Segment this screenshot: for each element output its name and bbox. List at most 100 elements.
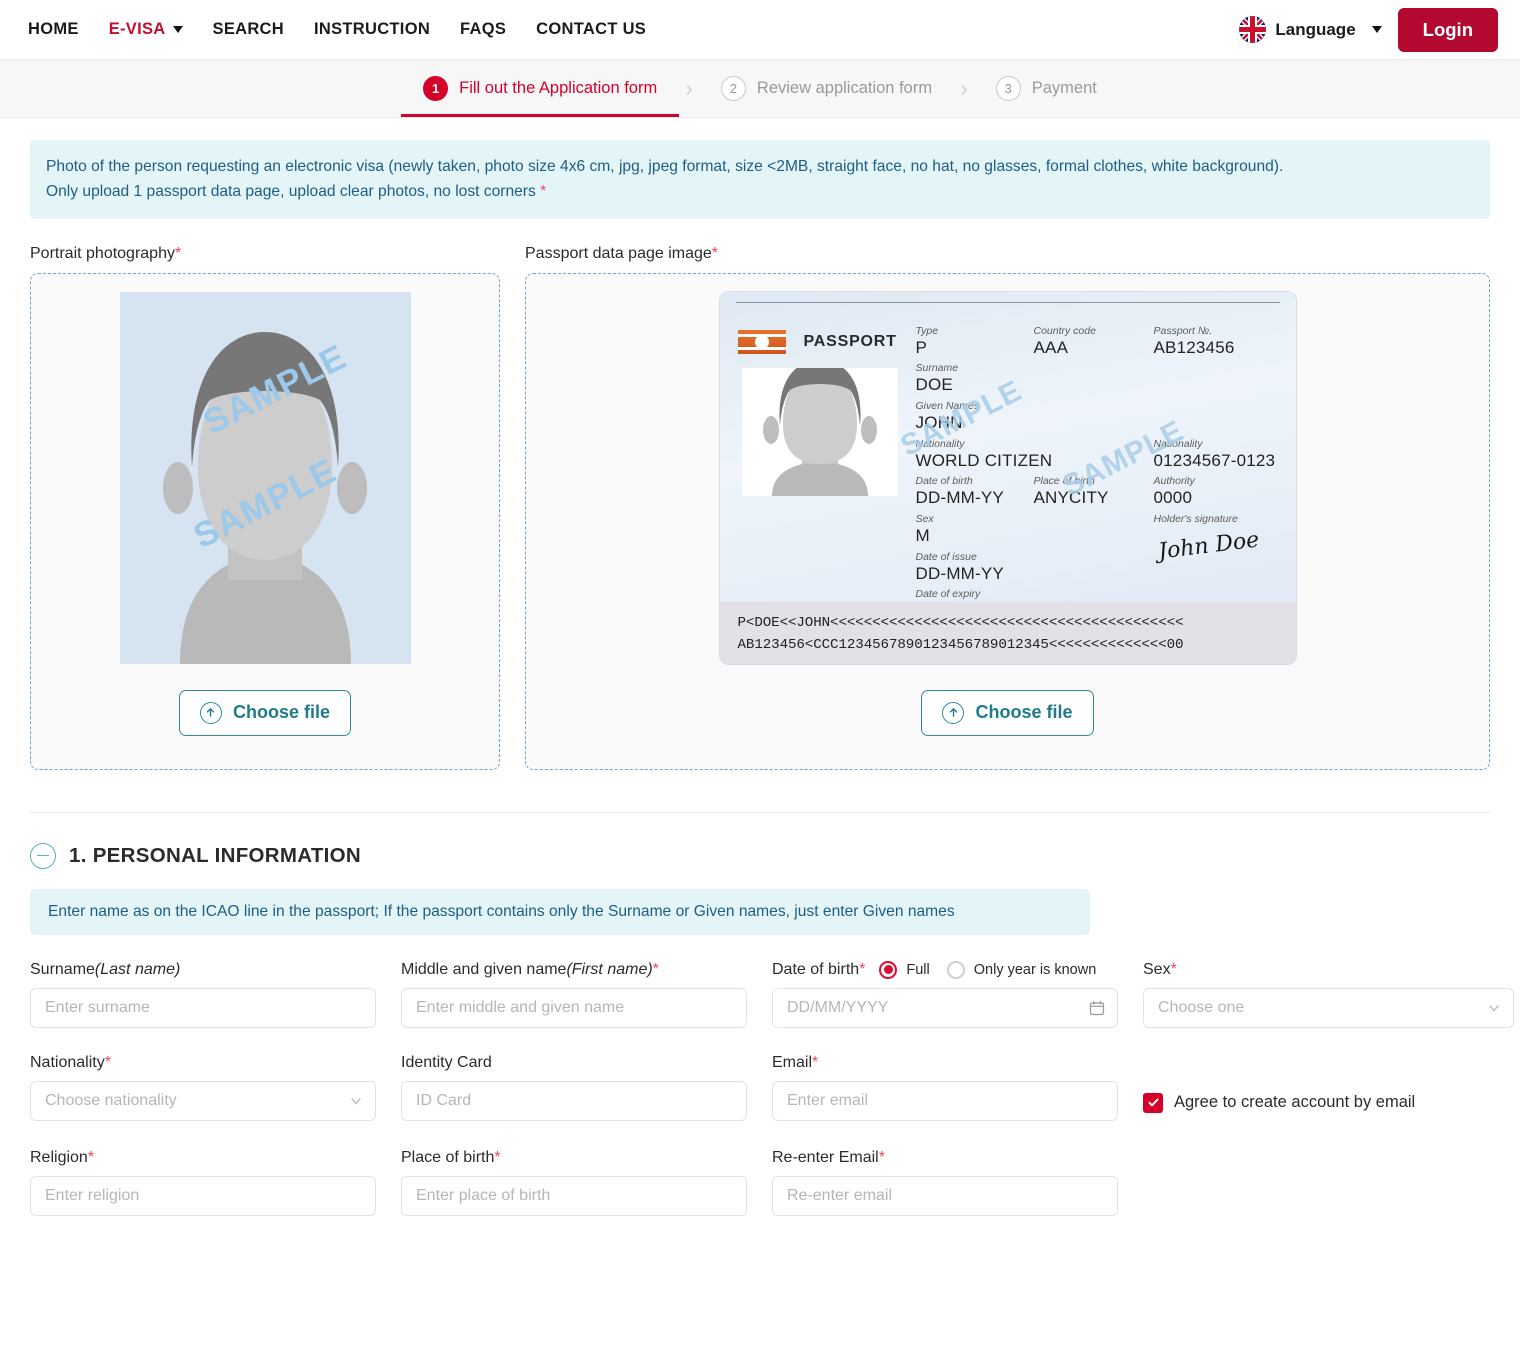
sex-label: Sex * bbox=[1143, 961, 1514, 979]
nationality-select-wrap: Choose nationality bbox=[30, 1080, 376, 1121]
photo-requirements-banner: Photo of the person requesting an electr… bbox=[30, 140, 1490, 219]
top-navigation-bar: HOME E-VISA SEARCH INSTRUCTION FAQS CONT… bbox=[0, 0, 1520, 60]
language-selector[interactable]: Language bbox=[1239, 16, 1382, 43]
given-name-input[interactable] bbox=[401, 987, 747, 1028]
passport-choose-file-button[interactable]: Choose file bbox=[921, 689, 1094, 736]
passport-value-date-of-birth: DD-MM-YY bbox=[915, 488, 1004, 508]
passport-choose-file-label: Choose file bbox=[975, 702, 1073, 722]
language-label: Language bbox=[1275, 19, 1356, 39]
nav-right-group: Language Login bbox=[1239, 0, 1498, 59]
required-asterisk: * bbox=[87, 1148, 95, 1166]
passport-key-date-of-expiry: Date of expiry bbox=[915, 588, 981, 601]
progress-stepper: 1 Fill out the Application form › 2 Revi… bbox=[0, 60, 1520, 118]
form-row-1: Surname (Last name) Middle and given nam… bbox=[30, 960, 1514, 1028]
portrait-dropzone[interactable]: SAMPLE SAMPLE Choose file bbox=[30, 272, 500, 770]
nav-item-faqs[interactable]: FAQS bbox=[460, 20, 506, 39]
portrait-choose-file-button[interactable]: Choose file bbox=[178, 689, 351, 736]
required-asterisk: * bbox=[104, 1053, 111, 1071]
identity-card-input[interactable] bbox=[401, 1080, 747, 1121]
step-1-label: Fill out the Application form bbox=[459, 79, 658, 97]
upload-arrow-icon bbox=[199, 701, 222, 724]
email-input[interactable] bbox=[772, 1080, 1118, 1121]
required-asterisk: * bbox=[711, 244, 719, 262]
nav-item-e-visa[interactable]: E-VISA bbox=[109, 20, 183, 39]
reenter-email-label: Re-enter Email * bbox=[772, 1149, 1118, 1167]
nationality-field-group: Nationality * Choose nationality bbox=[30, 1054, 401, 1123]
agree-email-checkbox-row[interactable]: Agree to create account by email bbox=[1143, 1083, 1514, 1123]
form-row-3-spacer bbox=[1143, 1149, 1514, 1216]
email-field-group: Email * bbox=[772, 1054, 1143, 1123]
nationality-select[interactable]: Choose nationality bbox=[30, 1080, 376, 1121]
uk-flag-icon bbox=[1239, 16, 1267, 43]
required-asterisk: * bbox=[652, 960, 659, 978]
passport-value-surname: DOE bbox=[915, 375, 953, 395]
passport-key-surname: Surname bbox=[915, 362, 959, 375]
given-name-label: Middle and given name (First name) * bbox=[401, 961, 747, 979]
required-asterisk: * bbox=[494, 1148, 501, 1166]
passport-value-type: P bbox=[915, 337, 928, 357]
photo-requirements-line-1: Photo of the person requesting an electr… bbox=[46, 158, 1284, 175]
nav-item-home-label: HOME bbox=[28, 20, 79, 38]
identity-card-field-group: Identity Card bbox=[401, 1054, 772, 1123]
step-2-number: 2 bbox=[720, 76, 746, 101]
radio-only-year-label: Only year is known bbox=[973, 961, 1097, 978]
passport-data-page-label-text: Passport data page image bbox=[525, 244, 712, 262]
step-1-fill-application-form[interactable]: 1 Fill out the Application form bbox=[401, 60, 680, 117]
nav-item-e-visa-label: E-VISA bbox=[108, 20, 166, 38]
date-of-birth-input[interactable] bbox=[772, 987, 1118, 1028]
passport-holder-signature: John Doe bbox=[1156, 527, 1261, 565]
surname-label: Surname (Last name) bbox=[30, 961, 376, 979]
personal-information-section-header[interactable]: 1. PERSONAL INFORMATION bbox=[30, 842, 1490, 869]
passport-key-authority: Authority bbox=[1153, 475, 1195, 488]
date-of-birth-input-wrap bbox=[772, 987, 1118, 1028]
sex-field-group: Sex * Choose one bbox=[1143, 961, 1514, 1028]
surname-field-group: Surname (Last name) bbox=[30, 961, 401, 1028]
agree-email-checkbox[interactable] bbox=[1143, 1092, 1163, 1113]
step-2-review-application-form[interactable]: 2 Review application form bbox=[699, 60, 954, 117]
login-button[interactable]: Login bbox=[1397, 7, 1498, 52]
passport-key-number: Passport №. bbox=[1153, 324, 1213, 337]
nav-item-instruction-label: INSTRUCTION bbox=[314, 20, 431, 38]
required-asterisk: * bbox=[1170, 960, 1177, 978]
date-of-birth-radio-group: Full Only year is known bbox=[879, 960, 1104, 979]
religion-input[interactable] bbox=[30, 1175, 376, 1216]
upload-row: Portrait photography* SAMPLE SAMPLE Choo… bbox=[30, 245, 1490, 770]
required-asterisk: * bbox=[859, 960, 866, 978]
passport-value-nationality-number: 01234567-0123 bbox=[1153, 450, 1276, 470]
given-name-label-text: Middle and given name bbox=[401, 960, 567, 978]
passport-value-authority: 0000 bbox=[1153, 488, 1193, 508]
religion-label-text: Religion bbox=[30, 1148, 88, 1166]
upload-arrow-icon bbox=[942, 701, 965, 724]
reenter-email-field-group: Re-enter Email * bbox=[772, 1149, 1143, 1216]
radio-full-label: Full bbox=[906, 961, 930, 978]
passport-mrz: P<DOE<<JOHN<<<<<<<<<<<<<<<<<<<<<<<<<<<<<… bbox=[719, 601, 1296, 664]
identity-card-label-text: Identity Card bbox=[401, 1053, 492, 1071]
passport-value-number: AB123456 bbox=[1153, 337, 1235, 357]
passport-sample-image: PASSPORT Type P Country code AAA Passpor… bbox=[719, 291, 1296, 664]
nationality-label: Nationality * bbox=[30, 1054, 376, 1072]
portrait-photography-label-text: Portrait photography bbox=[30, 244, 175, 262]
nav-item-instruction[interactable]: INSTRUCTION bbox=[314, 20, 430, 39]
passport-dropzone[interactable]: PASSPORT Type P Country code AAA Passpor… bbox=[525, 272, 1490, 770]
sex-label-text: Sex bbox=[1143, 960, 1171, 978]
form-row-3: Religion* Place of birth* Re-enter Email… bbox=[30, 1149, 1490, 1216]
nav-item-contact-us[interactable]: CONTACT US bbox=[536, 20, 646, 39]
step-separator-icon: › bbox=[685, 75, 693, 101]
surname-input[interactable] bbox=[30, 987, 376, 1028]
given-name-field-group: Middle and given name (First name) * bbox=[401, 961, 772, 1028]
given-name-label-italic: (First name) bbox=[566, 960, 653, 978]
minus-circle-icon[interactable] bbox=[30, 842, 56, 869]
nav-item-home[interactable]: HOME bbox=[28, 20, 79, 39]
sex-select[interactable]: Choose one bbox=[1143, 987, 1514, 1028]
radio-full[interactable] bbox=[879, 960, 898, 979]
nav-item-contact-us-label: CONTACT US bbox=[536, 20, 647, 38]
required-asterisk: * bbox=[878, 1148, 885, 1166]
radio-only-year[interactable] bbox=[946, 960, 965, 979]
place-of-birth-input[interactable] bbox=[401, 1175, 747, 1216]
reenter-email-input[interactable] bbox=[772, 1175, 1118, 1216]
nav-item-search[interactable]: SEARCH bbox=[213, 20, 284, 39]
passport-value-sex: M bbox=[915, 525, 930, 545]
nav-item-faqs-label: FAQS bbox=[460, 20, 507, 38]
step-3-payment[interactable]: 3 Payment bbox=[974, 60, 1119, 117]
required-asterisk: * bbox=[540, 183, 547, 201]
